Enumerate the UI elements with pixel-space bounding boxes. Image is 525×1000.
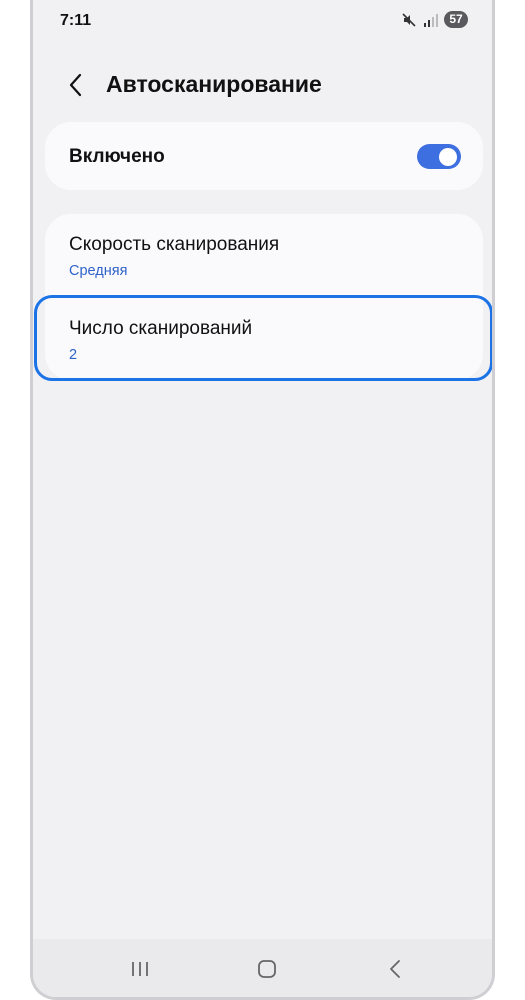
- signal-icon: [423, 13, 438, 27]
- home-icon: [258, 960, 276, 978]
- nav-back-button[interactable]: [383, 957, 407, 981]
- toggle-knob: [439, 147, 457, 166]
- mute-icon: [401, 12, 417, 28]
- navigation-bar: [33, 939, 492, 997]
- phone-frame: 7:11 57 Автосканирование Включено Скорос…: [30, 0, 495, 1000]
- battery-icon: 57: [444, 11, 468, 28]
- status-icons: 57: [401, 11, 468, 28]
- scan-speed-title: Скорость сканирования: [69, 234, 280, 255]
- status-bar: 7:11 57: [33, 0, 492, 44]
- recent-apps-icon: [132, 962, 148, 976]
- back-button[interactable]: [61, 70, 91, 100]
- recent-apps-button[interactable]: [128, 957, 152, 981]
- header: Автосканирование: [33, 62, 492, 110]
- enabled-toggle[interactable]: [417, 144, 461, 169]
- back-icon: [390, 960, 400, 978]
- enabled-card[interactable]: Включено: [45, 122, 483, 190]
- scan-speed-value: Средняя: [69, 263, 128, 279]
- page-title: Автосканирование: [106, 71, 322, 97]
- scan-count-value: 2: [69, 347, 78, 363]
- status-time: 7:11: [60, 12, 92, 29]
- enabled-label: Включено: [69, 146, 165, 167]
- list-item-scan-speed[interactable]: Скорость сканирования Средняя: [45, 214, 483, 296]
- chevron-left-icon: [69, 73, 82, 97]
- scan-count-title: Число сканирований: [69, 318, 253, 339]
- home-button[interactable]: [255, 957, 279, 981]
- settings-card: Скорость сканирования Средняя Число скан…: [45, 214, 483, 380]
- list-item-scan-count[interactable]: Число сканирований 2: [45, 298, 483, 380]
